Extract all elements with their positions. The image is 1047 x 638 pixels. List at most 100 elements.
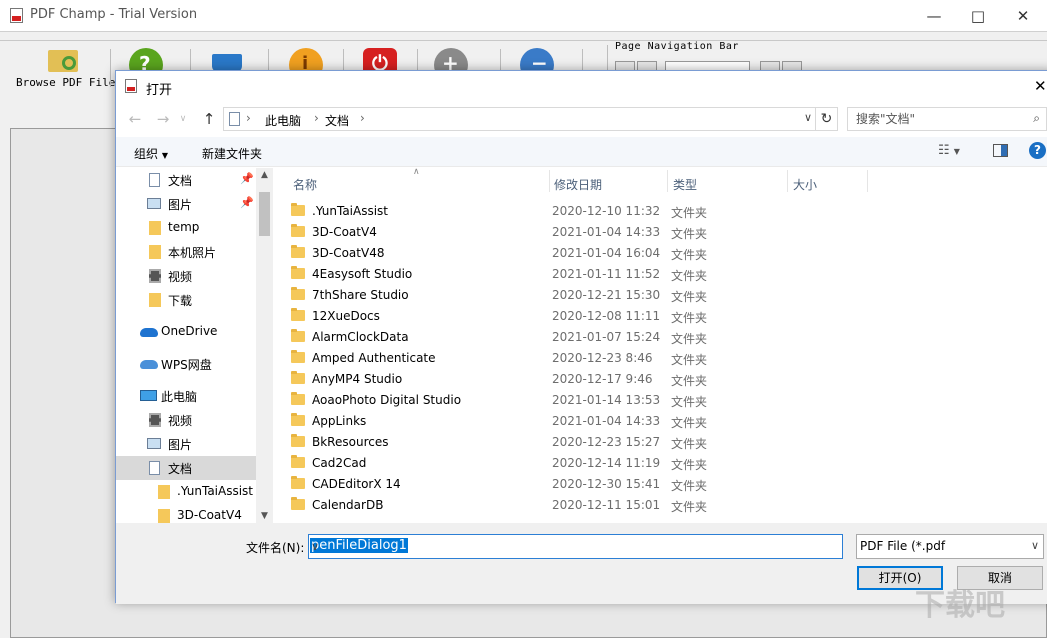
file-row[interactable]: AnyMP4 Studio2020-12-17 9:46文件夹 [291, 369, 891, 390]
refresh-icon[interactable]: ↻ [816, 107, 838, 131]
file-row[interactable]: CalendarDB2020-12-11 15:01文件夹 [291, 495, 891, 516]
file-row[interactable]: 3D-CoatV42021-01-04 14:33文件夹 [291, 222, 891, 243]
file-name: 3D-CoatV4 [312, 225, 377, 239]
file-type: 文件夹 [671, 477, 707, 494]
column-type[interactable]: 类型 [673, 176, 697, 193]
search-box[interactable]: ⌕ [847, 107, 1047, 131]
chevron-down-icon[interactable]: ∨ [1031, 539, 1039, 552]
view-options-icon[interactable]: ☷ ▼ [938, 143, 960, 158]
file-name: Amped Authenticate [312, 351, 436, 365]
nav-item-label: OneDrive [161, 324, 217, 338]
chevron-down-icon[interactable]: ∨ [310, 540, 838, 553]
file-row[interactable]: CADEditorX 14 2020-12-30 15:41 文件夹 [291, 474, 891, 495]
folder-icon [149, 245, 161, 259]
open-file-dialog: 打开 ✕ ← → ∨ ↑ › 此电脑 › 文档 › ∨ ↻ ⌕ 组织 ▼ 新建文… [115, 70, 1047, 603]
column-divider [667, 170, 668, 192]
file-name: CADEditorX 14 [312, 477, 401, 491]
file-row[interactable]: AppLinks2021-01-04 14:33文件夹 [291, 411, 891, 432]
file-name: AppLinks [312, 414, 366, 428]
file-modified: 2020-12-17 9:46 [552, 372, 653, 386]
minimize-icon[interactable]: — [911, 0, 957, 32]
folder-icon [291, 289, 305, 300]
nav-item-videos-quick[interactable]: 视频 [116, 264, 256, 288]
file-row[interactable]: 3D-CoatV482021-01-04 16:04文件夹 [291, 243, 891, 264]
help-icon[interactable]: ? [1029, 142, 1046, 159]
nav-item-downloads[interactable]: 下载 [116, 288, 256, 312]
folder-icon [291, 205, 305, 216]
file-row[interactable]: 4Easysoft Studio2021-01-11 11:52文件夹 [291, 264, 891, 285]
nav-item-videos[interactable]: 视频 [116, 408, 256, 432]
navigation-pane: 文档 📌 图片 📌 temp 本机照片 视频 下载 OneDrive [116, 168, 273, 523]
file-row[interactable]: 7thShare Studio2020-12-21 15:30文件夹 [291, 285, 891, 306]
file-modified: 2020-12-23 15:27 [552, 435, 660, 449]
column-size[interactable]: 大小 [793, 176, 817, 193]
file-modified: 2020-12-30 15:41 [552, 477, 660, 491]
dialog-titlebar: 打开 ✕ [116, 71, 1047, 103]
back-arrow-icon[interactable]: ← [124, 108, 146, 130]
nav-item-label: 文档 [168, 172, 192, 189]
file-name: .YunTaiAssist [312, 204, 388, 218]
close-icon[interactable]: ✕ [1034, 71, 1047, 101]
file-row[interactable]: AoaoPhoto Digital Studio2021-01-14 13:53… [291, 390, 891, 411]
file-row[interactable]: 12XueDocs2020-12-08 11:11文件夹 [291, 306, 891, 327]
chevron-right-icon: › [246, 111, 251, 125]
nav-item-documents[interactable]: 文档 [116, 456, 256, 480]
chevron-down-icon[interactable]: ∨ [804, 111, 812, 124]
breadcrumb-documents[interactable]: 文档 [325, 112, 349, 129]
file-name: AlarmClockData [312, 330, 409, 344]
nav-item-label: 本机照片 [168, 244, 216, 261]
scrollbar-thumb[interactable] [259, 192, 270, 236]
preview-pane-icon[interactable] [993, 144, 1008, 157]
nav-item-documents-quick[interactable]: 文档 📌 [116, 168, 256, 192]
file-modified: 2021-01-07 15:24 [552, 330, 660, 344]
nav-pane-scrollbar[interactable]: ▲ ▼ [256, 168, 273, 523]
file-modified: 2021-01-04 14:33 [552, 414, 660, 428]
nav-item-pictures[interactable]: 图片 [116, 432, 256, 456]
picture-icon [147, 198, 161, 209]
chevron-down-icon[interactable]: ▼ [256, 511, 273, 521]
close-icon[interactable]: ✕ [1000, 0, 1046, 32]
forward-arrow-icon[interactable]: → [152, 108, 174, 130]
video-icon [149, 413, 161, 427]
chevron-up-icon[interactable]: ▲ [256, 170, 273, 180]
nav-item-yuntaiassist[interactable]: .YunTaiAssist [116, 480, 256, 504]
nav-item-pictures-quick[interactable]: 图片 📌 [116, 192, 256, 216]
nav-item-wps-drive[interactable]: WPS网盘 [116, 352, 256, 376]
file-type: 文件夹 [671, 435, 707, 452]
file-name: 12XueDocs [312, 309, 380, 323]
folder-icon [149, 221, 161, 235]
nav-item-3dcoatv4[interactable]: 3D-CoatV4 [116, 504, 256, 523]
column-modified[interactable]: 修改日期 [554, 176, 602, 193]
nav-item-onedrive[interactable]: OneDrive [116, 320, 256, 344]
address-bar[interactable]: › 此电脑 › 文档 › ∨ [223, 107, 816, 131]
chevron-down-icon[interactable]: ∨ [176, 108, 190, 130]
folder-icon [149, 293, 161, 307]
folder-icon [291, 436, 305, 447]
toolbar-divider [110, 49, 111, 87]
organize-button[interactable]: 组织 ▼ [134, 145, 168, 162]
file-type-select[interactable]: PDF File (*.pdf ∨ [856, 534, 1044, 559]
nav-item-local-photos[interactable]: 本机照片 [116, 240, 256, 264]
column-name[interactable]: 名称 [293, 176, 317, 193]
up-arrow-icon[interactable]: ↑ [198, 108, 220, 130]
maximize-icon[interactable]: □ [955, 0, 1001, 32]
file-type: 文件夹 [671, 204, 707, 221]
file-row[interactable]: .YunTaiAssist2020-12-10 11:32文件夹 [291, 201, 891, 222]
breadcrumb-this-pc[interactable]: 此电脑 [265, 112, 301, 129]
file-list: ∧ 名称 修改日期 类型 大小 .YunTaiAssist2020-12-10 … [273, 168, 1047, 523]
file-row[interactable]: AlarmClockData2021-01-07 15:24文件夹 [291, 327, 891, 348]
file-row[interactable]: BkResources2020-12-23 15:27文件夹 [291, 432, 891, 453]
nav-item-this-pc[interactable]: 此电脑 [116, 384, 256, 408]
column-divider [549, 170, 550, 192]
folder-icon [291, 331, 305, 342]
search-input[interactable] [856, 109, 1026, 129]
new-folder-button[interactable]: 新建文件夹 [202, 145, 262, 162]
file-type: 文件夹 [671, 372, 707, 389]
file-modified: 2020-12-14 11:19 [552, 456, 660, 470]
file-name-label: 文件名(N): [246, 539, 304, 556]
file-row[interactable]: Amped Authenticate2020-12-23 8:46文件夹 [291, 348, 891, 369]
browse-pdf-label: Browse PDF File [16, 76, 115, 89]
file-row[interactable]: Cad2Cad2020-12-14 11:19文件夹 [291, 453, 891, 474]
nav-item-temp[interactable]: temp [116, 216, 256, 240]
file-name-field[interactable]: penFileDialog1 ∨ [308, 534, 843, 559]
